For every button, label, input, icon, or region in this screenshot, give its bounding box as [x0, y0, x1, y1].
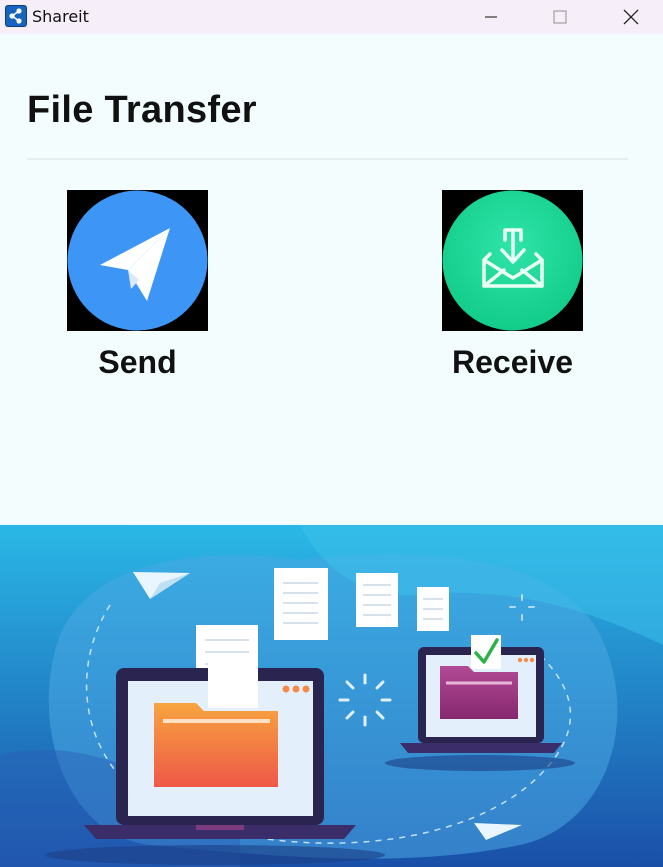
window-title: Shareit [32, 7, 89, 26]
send-label[interactable]: Send [67, 344, 208, 381]
minimize-button[interactable] [468, 0, 514, 34]
receive-button[interactable] [442, 190, 583, 331]
download-envelope-icon [442, 190, 583, 331]
close-button[interactable] [608, 0, 654, 34]
maximize-button[interactable] [537, 0, 583, 34]
minimize-icon [485, 16, 497, 18]
title-bar: Shareit [0, 0, 663, 34]
close-icon [623, 9, 639, 25]
maximize-icon [553, 10, 567, 24]
page-title: File Transfer [27, 89, 257, 131]
send-button[interactable] [67, 190, 208, 331]
receive-label[interactable]: Receive [427, 344, 598, 381]
main-content: File Transfer Send Receive [0, 34, 663, 525]
share-icon [5, 5, 27, 27]
file-transfer-illustration [0, 525, 663, 867]
divider [27, 158, 628, 160]
paper-plane-icon [67, 190, 208, 331]
